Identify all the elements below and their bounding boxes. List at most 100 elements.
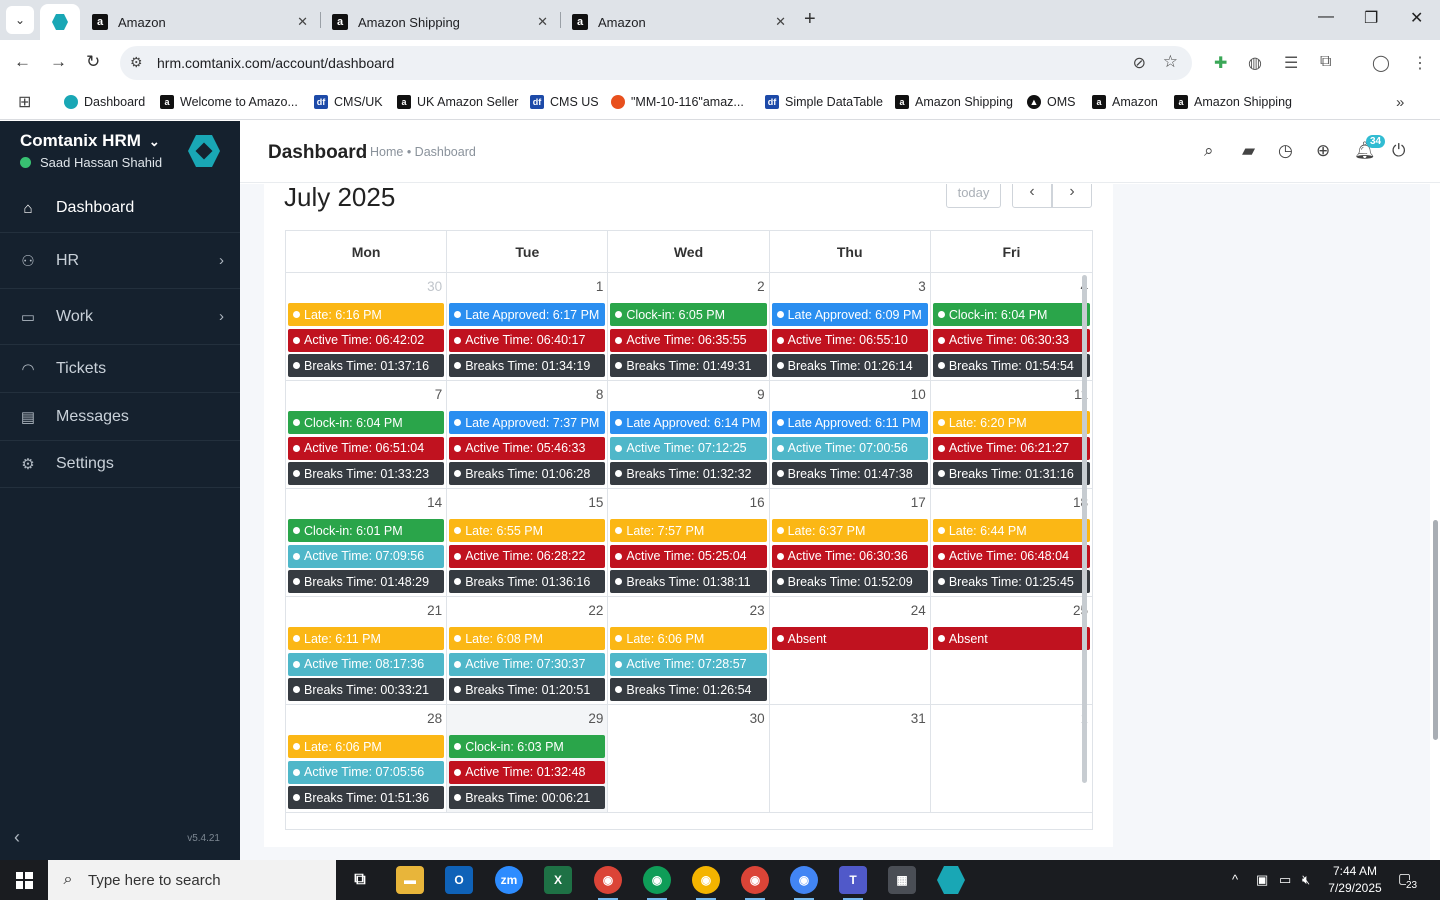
calendar-day-cell[interactable]: 30 — [608, 705, 770, 812]
bookmark-cms-uk[interactable]: df CMS/UK — [314, 92, 383, 112]
calendar-day-cell[interactable]: 28 Late: 6:06 PM Active Time: 07:05:56 Brea… — [286, 705, 448, 812]
calendar-day-cell[interactable]: 17 Late: 6:37 PM Active Time: 06:30:36 Brea… — [770, 489, 931, 596]
calendar-event[interactable]: Breaks Time: 01:52:09 — [771, 570, 928, 594]
excel-icon[interactable]: X — [544, 866, 572, 894]
day-number[interactable]: 14 — [427, 495, 442, 510]
address-bar[interactable]: ⚙ hrm.comtanix.com/account/dashboard ⊘ ☆ — [120, 46, 1192, 80]
day-number[interactable]: 31 — [911, 711, 926, 726]
bookmark-uk-amazon-seller[interactable]: a UK Amazon Seller — [397, 92, 518, 112]
power-icon[interactable]: ⏻ — [1392, 141, 1405, 161]
calendar-event[interactable]: Breaks Time: 01:51:36 — [288, 786, 445, 810]
calendar-event[interactable]: Late: 6:11 PM — [288, 627, 445, 650]
calendar-event[interactable]: Breaks Time: 01:48:29 — [288, 570, 445, 594]
day-number[interactable]: 15 — [588, 495, 603, 510]
day-number[interactable]: 22 — [588, 603, 603, 618]
tab-amazon-2[interactable]: a Amazon ✕ — [560, 4, 798, 40]
bookmark-mm-10-116[interactable]: "MM-10-116"amaz... — [611, 92, 744, 112]
calendar-event[interactable]: Breaks Time: 00:06:21 — [449, 786, 606, 810]
outlook-icon[interactable]: O — [445, 866, 473, 894]
sidebar-item-work[interactable]: ▭ Work › — [0, 288, 240, 344]
volume-muted-icon[interactable]: 🔇︎ — [1302, 872, 1310, 888]
day-number[interactable]: 29 — [588, 711, 603, 726]
day-number[interactable]: 21 — [427, 603, 442, 618]
brand-switcher[interactable]: Comtanix HRM ⌄ — [20, 131, 160, 151]
new-tab-button[interactable]: + — [804, 8, 816, 31]
url-text[interactable]: hrm.comtanix.com/account/dashboard — [157, 55, 394, 71]
calendar-event[interactable]: Breaks Time: 01:38:11 — [610, 570, 767, 594]
calendar-event[interactable]: Clock-in: 6:04 PM — [288, 411, 445, 434]
calendar-event[interactable]: Breaks Time: 01:47:38 — [771, 462, 928, 486]
close-icon[interactable]: ✕ — [775, 14, 786, 30]
calendar-event[interactable]: Late Approved: 6:17 PM — [449, 303, 606, 326]
calendar-event[interactable]: Breaks Time: 01:34:19 — [449, 354, 606, 378]
close-icon[interactable]: ✕ — [537, 14, 548, 30]
calendar-event[interactable]: Breaks Time: 01:06:28 — [449, 462, 606, 486]
calendar-event[interactable]: Late Approved: 7:37 PM — [449, 411, 606, 434]
calendar-event[interactable]: Late: 6:06 PM — [610, 627, 767, 650]
calendar-event[interactable]: Clock-in: 6:03 PM — [449, 735, 606, 758]
sidebar-item-settings[interactable]: ⚙ Settings — [0, 440, 240, 488]
calendar-event[interactable]: Late Approved: 6:11 PM — [771, 411, 928, 434]
bookmark-amazon-shipping-2[interactable]: a Amazon Shipping — [1174, 92, 1292, 112]
day-number[interactable]: 1 — [596, 279, 604, 294]
calendar-day-cell[interactable]: 3 Late Approved: 6:09 PM Active Time: 06:5… — [770, 273, 931, 380]
search-icon[interactable]: ⌕ — [1204, 141, 1214, 161]
day-number[interactable]: 10 — [911, 387, 926, 402]
calendar-day-cell[interactable]: 2 Clock-in: 6:05 PM Active Time: 06:35:55 B… — [608, 273, 770, 380]
bookmark-cms-us[interactable]: df CMS US — [530, 92, 599, 112]
chrome-icon[interactable]: ◉ — [594, 866, 622, 900]
day-number[interactable]: 3 — [918, 279, 926, 294]
forward-button[interactable]: → — [50, 52, 67, 72]
add-circle-icon[interactable]: ⊕ — [1316, 141, 1330, 161]
calendar-event[interactable]: Breaks Time: 01:31:16 — [932, 462, 1091, 486]
calendar-event[interactable]: Active Time: 06:21:27 — [932, 436, 1091, 460]
calendar-event[interactable]: Active Time: 06:40:17 — [449, 328, 606, 352]
calendar-event[interactable]: Late: 6:08 PM — [449, 627, 606, 650]
sidebar-item-dashboard[interactable]: ⌂ Dashboard — [0, 184, 240, 232]
calendar-day-cell[interactable]: 22 Late: 6:08 PM Active Time: 07:30:37 Brea… — [447, 597, 609, 704]
page-scrollbar[interactable] — [1433, 520, 1438, 740]
back-button[interactable]: ← — [14, 52, 31, 72]
calendar-event[interactable]: Active Time: 07:09:56 — [288, 544, 445, 568]
taskbar-clock[interactable]: 7:44 AM 7/29/2025 — [1318, 863, 1392, 897]
chrome-profile-icon[interactable]: ◉ — [790, 866, 818, 900]
calendar-event[interactable]: Clock-in: 6:04 PM — [932, 303, 1091, 326]
calendar-event[interactable]: Active Time: 05:25:04 — [610, 544, 767, 568]
bookmark-oms[interactable]: ▲ OMS — [1027, 92, 1075, 112]
calendar-event[interactable]: Breaks Time: 01:20:51 — [449, 678, 606, 702]
calendar-day-cell[interactable]: 14 Clock-in: 6:01 PM Active Time: 07:09:56… — [286, 489, 448, 596]
calendar-event[interactable]: Active Time: 06:42:02 — [288, 328, 445, 352]
calendar-event[interactable]: Breaks Time: 01:49:31 — [610, 354, 767, 378]
calendar-event[interactable]: Clock-in: 6:05 PM — [610, 303, 767, 326]
calendar-event[interactable]: Late: 6:16 PM — [288, 303, 445, 326]
close-icon[interactable]: ✕ — [297, 14, 308, 30]
calendar-day-cell[interactable]: 30 Late: 6:16 PM Active Time: 06:42:02 Brea… — [286, 273, 448, 380]
calendar-day-cell[interactable]: 8 Late Approved: 7:37 PM Active Time: 05:4… — [447, 381, 609, 488]
day-number[interactable]: 30 — [750, 711, 765, 726]
calendar-event[interactable]: Active Time: 07:28:57 — [610, 652, 767, 676]
restore-button[interactable]: ❐ — [1364, 8, 1378, 28]
extensions-icon[interactable]: ⧉ — [1320, 53, 1331, 71]
day-number[interactable]: 9 — [757, 387, 765, 402]
calendar-event[interactable]: Active Time: 06:30:36 — [771, 544, 928, 568]
chrome-profile-icon[interactable]: ◉ — [692, 866, 720, 900]
site-info-icon[interactable]: ⚙ — [130, 54, 143, 71]
more-bookmarks-icon[interactable]: » — [1396, 92, 1404, 112]
apps-grid-icon[interactable]: ⊞ — [18, 92, 31, 112]
calendar-day-cell[interactable]: 18 Late: 6:44 PM Active Time: 06:48:04 Brea… — [931, 489, 1092, 596]
calendar-event[interactable]: Breaks Time: 01:33:23 — [288, 462, 445, 486]
tab-search-button[interactable]: ⌄ — [6, 6, 34, 34]
calendar-event[interactable]: Active Time: 06:51:04 — [288, 436, 445, 460]
tray-app-icon[interactable]: ▣ — [1256, 872, 1268, 888]
day-number[interactable]: 8 — [596, 387, 604, 402]
comtanix-app-icon[interactable] — [937, 866, 965, 894]
day-number[interactable]: 17 — [911, 495, 926, 510]
teams-icon[interactable]: T — [839, 866, 867, 900]
day-number[interactable]: 24 — [911, 603, 926, 618]
sidebar-collapse-icon[interactable]: ‹ — [14, 827, 20, 848]
zoom-icon[interactable]: zm — [495, 866, 523, 894]
calendar-event[interactable]: Breaks Time: 01:26:54 — [610, 678, 767, 702]
day-number[interactable]: 30 — [427, 279, 442, 294]
bookmark-amazon-shipping[interactable]: a Amazon Shipping — [895, 92, 1013, 112]
calendar-day-cell[interactable]: 25 Absent — [931, 597, 1092, 704]
